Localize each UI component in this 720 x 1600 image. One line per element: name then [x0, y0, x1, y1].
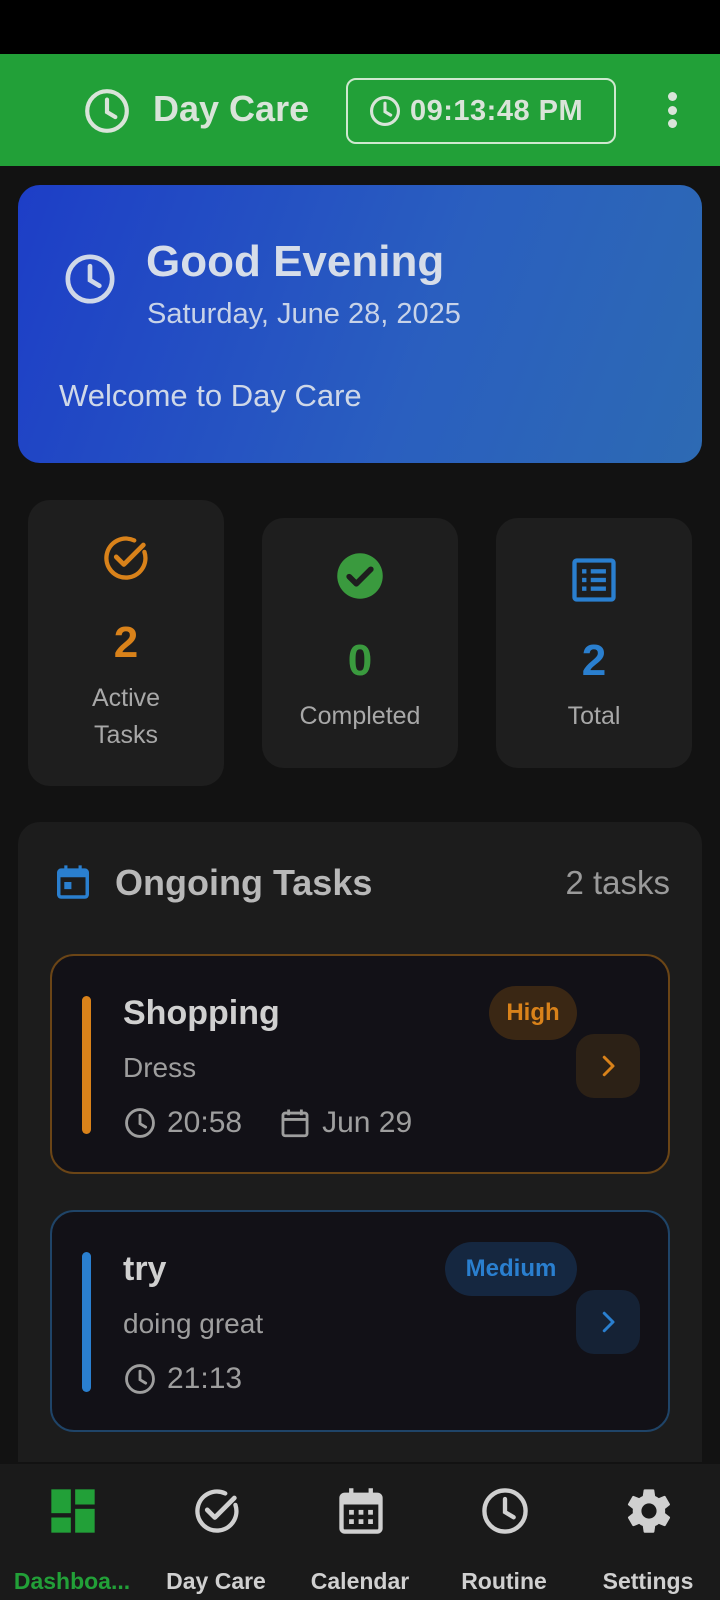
- active-tasks-label: Active Tasks: [91, 684, 161, 749]
- nav-label: Day Care: [166, 1568, 266, 1594]
- nav-item-day-care[interactable]: Day Care: [144, 1464, 288, 1600]
- total-label: Total: [567, 702, 621, 730]
- dashboard-icon: [51, 1489, 95, 1533]
- task-description: Dress: [123, 1052, 197, 1083]
- task-card[interactable]: try Medium doing great 21:13: [50, 1210, 670, 1432]
- clock-icon: [482, 1488, 528, 1534]
- greeting-title: Good Evening: [146, 237, 445, 286]
- welcome-text: Welcome to Day Care: [59, 378, 362, 413]
- clock-icon: [125, 1364, 155, 1394]
- completed-value: 0: [347, 636, 373, 685]
- nav-item-settings[interactable]: Settings: [576, 1464, 720, 1600]
- more-vertical-icon[interactable]: [656, 90, 688, 130]
- task-title: try: [123, 1250, 167, 1288]
- open-task-button[interactable]: [576, 1034, 640, 1098]
- priority-badge: Medium: [445, 1242, 577, 1296]
- priority-bar: [82, 996, 91, 1134]
- active-tasks-value: 2: [113, 618, 139, 667]
- calendar-icon: [339, 1488, 383, 1534]
- open-task-button[interactable]: [576, 1290, 640, 1354]
- completed-label: Completed: [299, 702, 421, 730]
- task-time: 20:58: [167, 1106, 243, 1139]
- check-circle-outline-icon: [195, 1489, 239, 1533]
- chevron-right-icon: [602, 1311, 615, 1333]
- nav-label: Calendar: [310, 1568, 410, 1594]
- clock-chip: 09:13:48 PM: [346, 78, 616, 144]
- nav-item-dashboard[interactable]: Dashboa...: [0, 1464, 144, 1600]
- task-date: Jun 29: [322, 1106, 413, 1139]
- task-time: 21:13: [167, 1362, 243, 1395]
- greeting-card: Good Evening Saturday, June 28, 2025 Wel…: [18, 185, 702, 463]
- current-time: 09:13:48 PM: [410, 94, 584, 127]
- bottom-nav: Dashboa... Day Care Calendar Routine Set…: [0, 1464, 720, 1600]
- nav-label: Routine: [461, 1568, 547, 1594]
- priority-bar: [82, 1252, 91, 1392]
- task-card[interactable]: Shopping High Dress 20:58 Jun 29: [50, 954, 670, 1174]
- nav-label: Dashboa...: [13, 1568, 131, 1594]
- clock-icon: [65, 254, 115, 304]
- app-title: Day Care: [153, 88, 310, 129]
- ongoing-tasks-panel: Ongoing Tasks 2 tasks Shopping High Dres…: [18, 822, 702, 1462]
- ongoing-tasks-title: Ongoing Tasks: [115, 862, 373, 903]
- stat-card-active[interactable]: 2 Active Tasks: [28, 500, 224, 786]
- task-title: Shopping: [123, 994, 280, 1032]
- app-bar: Day Care 09:13:48 PM: [0, 54, 720, 166]
- ongoing-tasks-count: 2 tasks: [565, 864, 670, 901]
- total-value: 2: [581, 636, 607, 685]
- gear-icon: [627, 1489, 671, 1533]
- greeting-date: Saturday, June 28, 2025: [147, 298, 461, 330]
- nav-item-calendar[interactable]: Calendar: [288, 1464, 432, 1600]
- priority-badge: High: [489, 986, 577, 1040]
- nav-item-routine[interactable]: Routine: [432, 1464, 576, 1600]
- task-meta: 20:58 Jun 29: [123, 1106, 412, 1140]
- status-bar: [0, 0, 720, 54]
- calendar-icon: [281, 1109, 309, 1138]
- check-circle-filled-icon: [337, 553, 383, 599]
- clock-icon: [85, 89, 129, 133]
- check-circle-outline-icon: [104, 536, 148, 580]
- calendar-icon: [57, 865, 89, 899]
- nav-label: Settings: [602, 1568, 694, 1594]
- task-meta: 21:13: [123, 1362, 242, 1396]
- clock-icon: [125, 1108, 155, 1138]
- stat-card-completed[interactable]: 0 Completed: [262, 518, 458, 768]
- list-icon: [572, 558, 616, 602]
- clock-icon: [369, 95, 401, 127]
- stat-card-total[interactable]: 2 Total: [496, 518, 692, 768]
- chevron-right-icon: [602, 1055, 615, 1077]
- task-description: doing great: [123, 1308, 264, 1339]
